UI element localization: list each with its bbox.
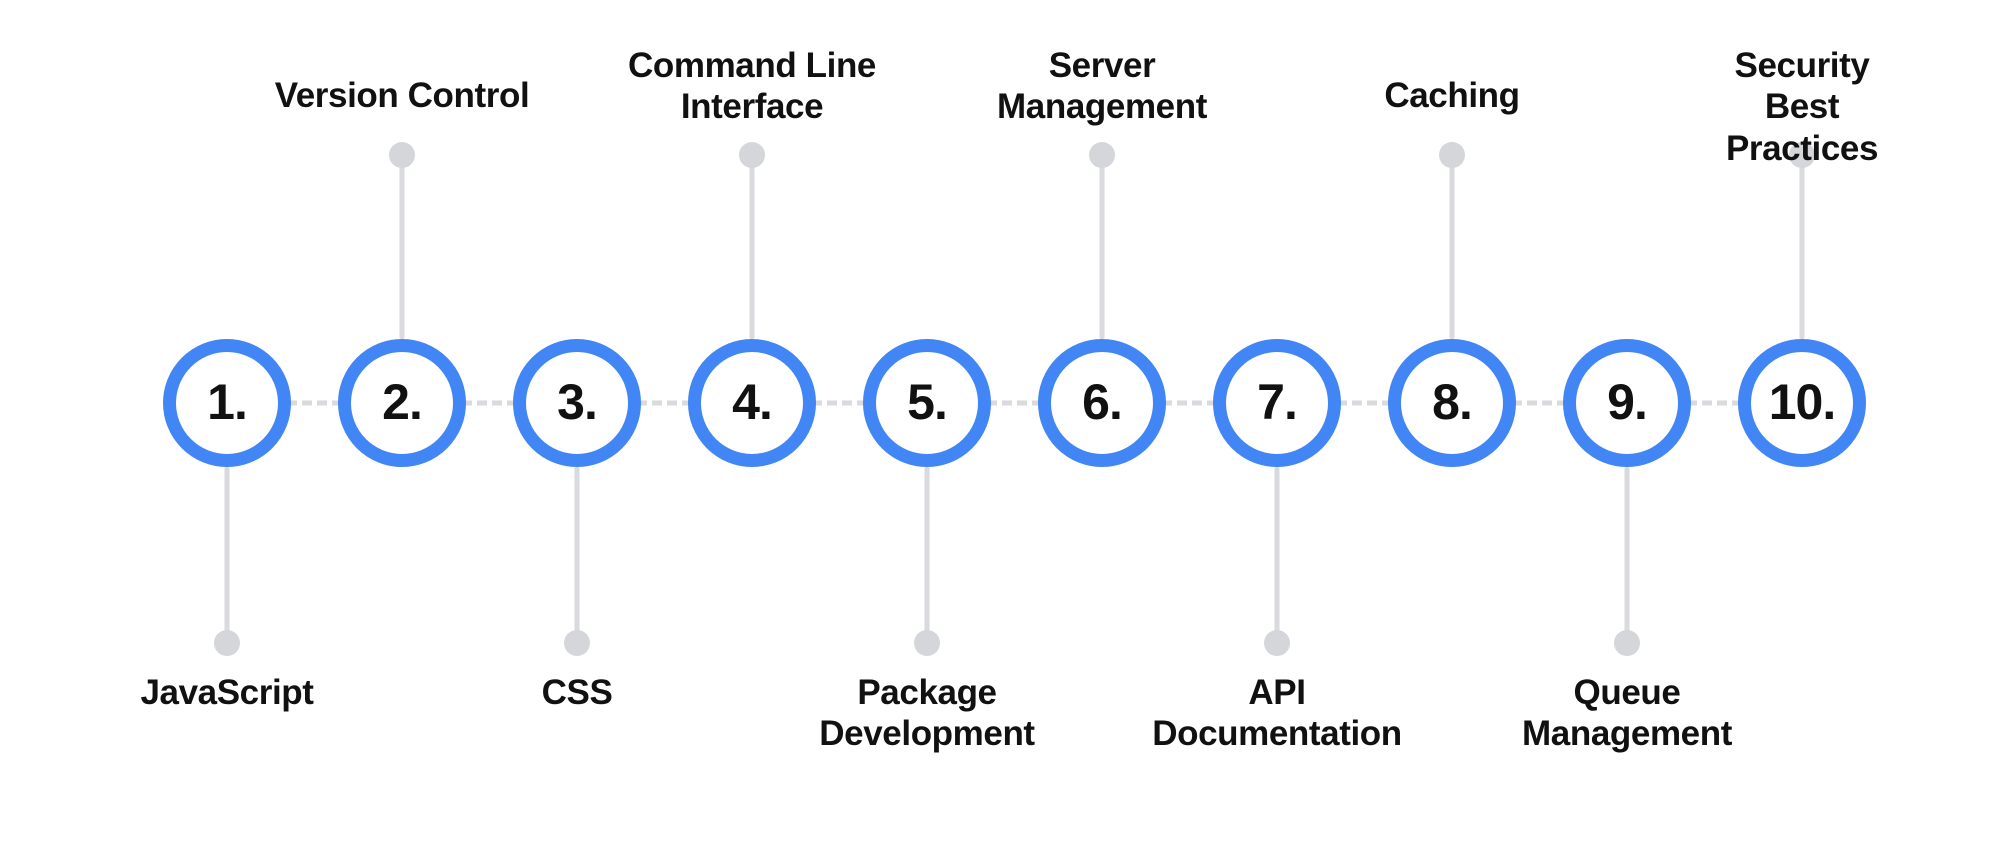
step-label-7[interactable]: API Documentation [1152,672,1402,755]
step-label-6[interactable]: Server Management [997,45,1207,128]
step-node-9[interactable]: 9. [1563,339,1691,467]
step-number-2: 2. [382,374,423,430]
stem-dot-step-5 [914,630,940,656]
connector-dashed-line-5 [987,400,1042,406]
stem-dot-step-8 [1439,142,1465,168]
step-number-9: 9. [1607,374,1648,430]
step-number-7: 7. [1257,374,1298,430]
step-node-2[interactable]: 2. [338,339,466,467]
stem-line-step-10 [1799,155,1805,339]
step-number-3: 3. [557,374,598,430]
stem-dot-step-7 [1264,630,1290,656]
stem-line-step-3 [574,467,580,643]
connector-dashed-line-4 [812,400,867,406]
step-label-8[interactable]: Caching [1384,75,1520,116]
connector-dashed-line-1 [287,400,342,406]
stem-dot-step-2 [389,142,415,168]
stem-line-step-5 [924,467,930,643]
stem-dot-step-1 [214,630,240,656]
connector-dashed-line-6 [1162,400,1217,406]
step-number-5: 5. [907,374,948,430]
step-label-3[interactable]: CSS [542,672,613,713]
step-number-4: 4. [732,374,773,430]
stem-line-step-9 [1624,467,1630,643]
step-label-10[interactable]: Security Best Practices [1703,45,1901,169]
connector-dashed-line-2 [462,400,517,406]
stem-line-step-7 [1274,467,1280,643]
step-node-4[interactable]: 4. [688,339,816,467]
stem-line-step-8 [1449,155,1455,339]
connector-dashed-line-3 [637,400,692,406]
step-node-6[interactable]: 6. [1038,339,1166,467]
stem-line-step-1 [224,467,230,643]
step-node-3[interactable]: 3. [513,339,641,467]
step-label-5[interactable]: Package Development [819,672,1035,755]
connector-dashed-line-7 [1337,400,1392,406]
connector-dashed-line-9 [1687,400,1742,406]
step-node-7[interactable]: 7. [1213,339,1341,467]
connector-dashed-line-8 [1512,400,1567,406]
step-number-1: 1. [207,374,248,430]
step-label-9[interactable]: Queue Management [1522,672,1732,755]
stem-dot-step-3 [564,630,590,656]
step-label-4[interactable]: Command Line Interface [628,45,876,128]
step-number-10: 10. [1768,374,1837,430]
stem-line-step-4 [749,155,755,339]
stem-dot-step-9 [1614,630,1640,656]
timeline-diagram: 1. JavaScript 2. Version Control 3. CSS 4. Comm… [0,0,2000,848]
step-label-2[interactable]: Version Control [275,75,530,116]
step-number-8: 8. [1432,374,1473,430]
step-label-1[interactable]: JavaScript [140,672,313,713]
step-node-1[interactable]: 1. [163,339,291,467]
stem-line-step-6 [1099,155,1105,339]
step-node-10[interactable]: 10. [1738,339,1866,467]
stem-dot-step-6 [1089,142,1115,168]
step-number-6: 6. [1082,374,1123,430]
stem-line-step-2 [399,155,405,339]
stem-dot-step-4 [739,142,765,168]
step-node-5[interactable]: 5. [863,339,991,467]
step-node-8[interactable]: 8. [1388,339,1516,467]
